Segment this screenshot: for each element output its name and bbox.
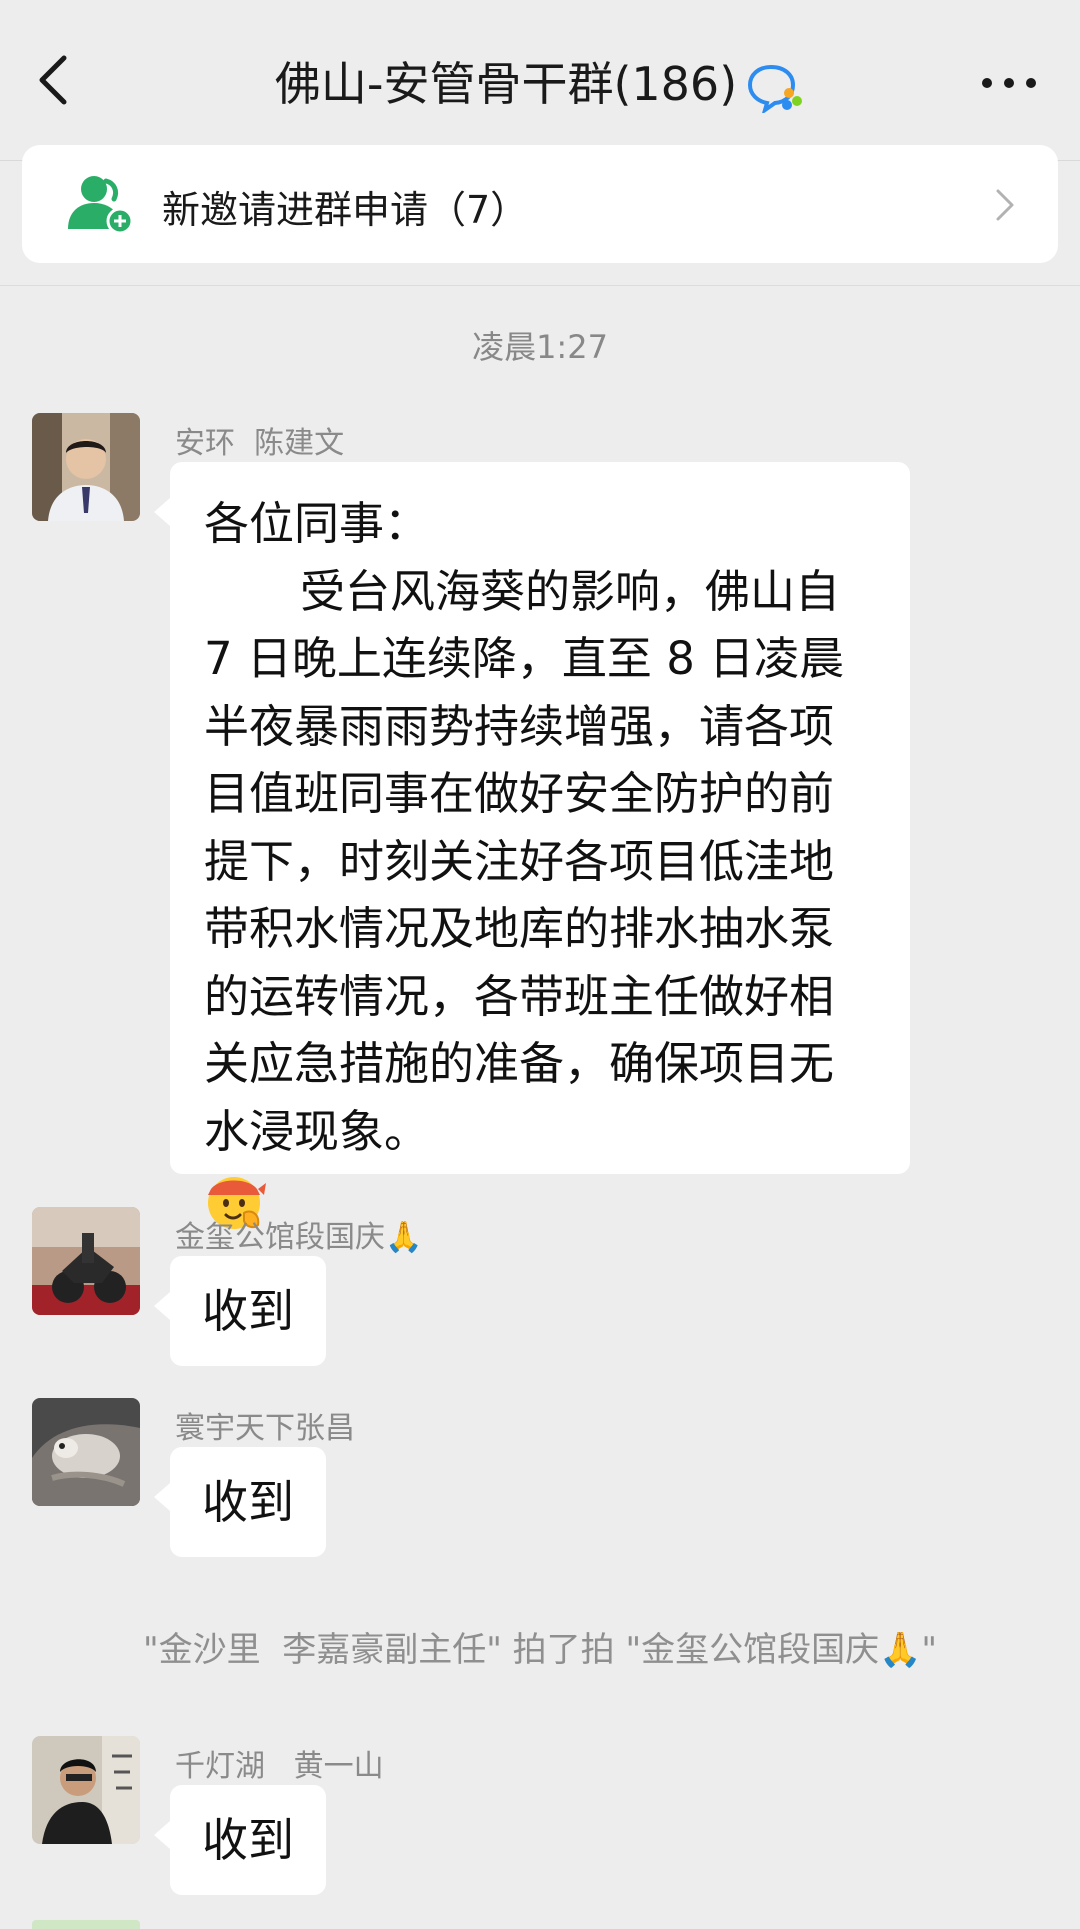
- chat-title: 佛山-安管骨干群(186): [274, 57, 738, 111]
- message-bubble[interactable]: 各位同事： 受台风海葵的影响，佛山自 7 日晚上连续降，直至 8 日凌晨半夜暴雨…: [154, 462, 910, 1229]
- invite-label: 新邀请进群申请（7）: [162, 188, 529, 232]
- avatar[interactable]: [32, 413, 140, 521]
- sender-name: 千灯湖 黄一山: [175, 1749, 384, 1784]
- avatar-photo: [32, 413, 140, 521]
- next-avatar-edge: [32, 1920, 140, 1929]
- message-bubble[interactable]: 收到: [154, 1256, 326, 1366]
- pat-notice: "金沙里 李嘉豪副主任" 拍了拍 "金玺公馆段国庆🙏": [142, 1630, 938, 1670]
- sender-name: 金玺公馆段国庆🙏: [175, 1220, 423, 1255]
- chat-header: 佛山-安管骨干群(186): [0, 0, 1080, 161]
- avatar-photo: [32, 1398, 140, 1506]
- sender-name: 寰宇天下张昌: [175, 1411, 355, 1446]
- message-bubble[interactable]: 收到: [154, 1785, 326, 1895]
- message-body: 受台风海葵的影响，佛山自 7 日晚上连续降，直至 8 日凌晨半夜暴雨雨势持续增强…: [204, 564, 845, 1158]
- group-invite-banner[interactable]: 新邀请进群申请（7）: [22, 145, 1058, 263]
- avatar[interactable]: [32, 1207, 140, 1315]
- ellipsis-dot: [1026, 78, 1036, 88]
- sender-name: 安环 陈建文: [175, 426, 345, 461]
- divider: [0, 285, 1080, 286]
- avatar-photo: [32, 1736, 140, 1844]
- chat-title-row: 佛山-安管骨干群(186): [0, 48, 1080, 114]
- avatar[interactable]: [32, 1398, 140, 1506]
- add-user-icon: [68, 176, 134, 235]
- message-greeting: 各位同事：: [204, 497, 430, 550]
- more-options-button[interactable]: [982, 78, 1036, 88]
- chevron-right-icon: [996, 189, 1014, 221]
- ellipsis-dot: [1004, 78, 1014, 88]
- enterprise-group-icon: [748, 64, 803, 113]
- message-timestamp: 凌晨1:27: [472, 328, 608, 366]
- avatar[interactable]: [32, 1736, 140, 1844]
- ellipsis-dot: [982, 78, 992, 88]
- message-bubble[interactable]: 收到: [154, 1447, 326, 1557]
- avatar-photo: [32, 1207, 140, 1315]
